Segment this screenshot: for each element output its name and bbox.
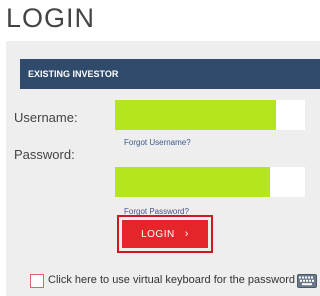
- username-label: Username:: [14, 110, 78, 125]
- password-input-highlight: [115, 167, 270, 197]
- section-header: EXISTING INVESTOR: [20, 59, 320, 89]
- virtual-keyboard-label[interactable]: Click here to use virtual keyboard for t…: [48, 274, 295, 286]
- forgot-username-link[interactable]: Forgot Username?: [124, 138, 191, 147]
- password-input[interactable]: [115, 167, 305, 197]
- password-label: Password:: [14, 147, 75, 162]
- login-button[interactable]: LOGIN ›: [122, 220, 208, 248]
- login-button-label: LOGIN: [141, 229, 175, 240]
- virtual-keyboard-checkbox[interactable]: [30, 274, 44, 288]
- username-input[interactable]: [115, 100, 305, 130]
- chevron-right-icon: ›: [184, 228, 189, 240]
- keyboard-icon[interactable]: [297, 274, 317, 288]
- username-input-highlight: [115, 100, 276, 130]
- page-title: LOGIN: [6, 3, 96, 33]
